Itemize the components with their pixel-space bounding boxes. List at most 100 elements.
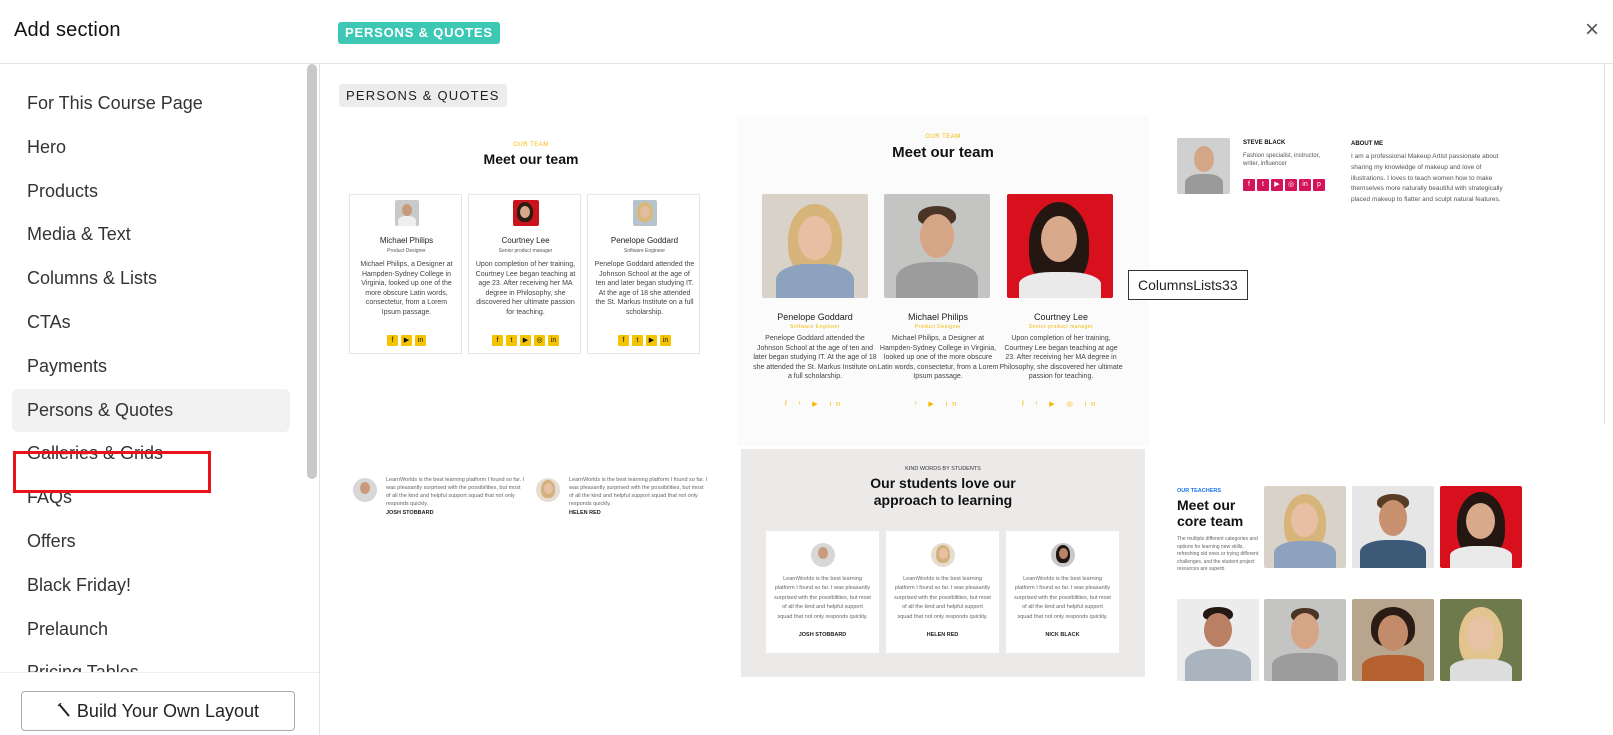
- card1-person-role: Product Designer: [387, 248, 426, 254]
- youtube-icon[interactable]: ▶: [646, 335, 657, 346]
- template-card-quotes-inline[interactable]: LearnWorlds is the best learning platfor…: [331, 452, 731, 552]
- sidebar-item-persons-quotes[interactable]: Persons & Quotes: [12, 388, 290, 433]
- sidebar-item-black-friday[interactable]: Black Friday!: [12, 564, 290, 608]
- card1-person-bio: Michael Philips, a Designer at Hampden-S…: [360, 261, 453, 316]
- person-photo: [1177, 138, 1230, 194]
- card2-person-bio: Upon completion of her training, Courtne…: [999, 335, 1123, 380]
- card2-person-name: Michael Philips: [907, 312, 969, 322]
- facebook-icon[interactable]: f: [492, 335, 503, 346]
- pinterest-icon[interactable]: p: [1313, 179, 1325, 191]
- dialog-title: Add section: [14, 19, 121, 41]
- youtube-icon[interactable]: ▶: [520, 335, 531, 346]
- linkedin-icon[interactable]: in: [1299, 179, 1311, 191]
- sidebar-item-faqs[interactable]: FAQs: [12, 476, 290, 520]
- magic-wand-icon: [57, 694, 71, 732]
- card1-heading: Meet our team: [483, 151, 579, 167]
- card5-eyebrow: KIND WORDS BY STUDENTS: [905, 466, 981, 472]
- card6-text: The multiple different categories and op…: [1177, 536, 1259, 572]
- linkedin-icon[interactable]: in: [548, 335, 559, 346]
- avatar: [811, 543, 835, 567]
- facebook-icon[interactable]: f: [1243, 179, 1255, 191]
- social-links: f t ▶ ◎ in: [469, 335, 582, 346]
- sidebar-item-ctas[interactable]: CTAs: [12, 301, 290, 345]
- card2-person-bio: Michael Philips, a Designer at Hampden-S…: [877, 335, 999, 380]
- template-card-student-quotes[interactable]: KIND WORDS BY STUDENTS Our students love…: [741, 449, 1145, 677]
- twitter-icon[interactable]: t: [1257, 179, 1269, 191]
- avatar: [353, 478, 377, 502]
- quote-author: NICK BLACK: [1045, 632, 1080, 638]
- build-own-layout-label: Build Your Own Layout: [76, 701, 260, 721]
- card6-eyebrow: OUR TEACHERS: [1177, 488, 1222, 494]
- instagram-icon[interactable]: ◎: [1285, 179, 1297, 191]
- social-links: f t ▶ in: [588, 335, 701, 346]
- sidebar-footer: Build Your Own Layout: [0, 672, 319, 735]
- quote-author: HELEN RED: [569, 510, 601, 516]
- social-links: f ▶ in: [350, 335, 463, 346]
- sidebar-item-hero[interactable]: Hero: [12, 126, 290, 170]
- card1-person-2: Courtney Lee Senior product manager Upon…: [468, 194, 581, 354]
- avatar: [395, 200, 419, 226]
- card1-person-role: Senior product manager: [498, 248, 553, 254]
- card6-heading-line2: core team: [1177, 513, 1244, 529]
- card1-person-bio: Penelope Goddard attended the Johnson Sc…: [594, 261, 695, 316]
- card6-heading-line1: Meet our: [1177, 497, 1236, 513]
- card3-about-text: I am a professional Makeup Artist passio…: [1351, 153, 1503, 204]
- person-photo: [1177, 599, 1259, 681]
- linkedin-icon[interactable]: in: [660, 335, 671, 346]
- template-card-team-photos[interactable]: OUR TEAM Meet our team Penelope Goddard …: [737, 116, 1149, 446]
- avatar: [1051, 543, 1075, 567]
- person-photo: [762, 194, 868, 298]
- card1-person-1: Michael Philips Product Designer Michael…: [349, 194, 462, 354]
- instagram-icon[interactable]: ◎: [534, 335, 545, 346]
- youtube-icon[interactable]: ▶: [1271, 179, 1283, 191]
- sidebar-item-for-this-course-page[interactable]: For This Course Page: [12, 82, 290, 126]
- card5-heading-line1: Our students love our: [870, 475, 1016, 491]
- template-card-team-yellow[interactable]: OUR TEAM Meet our team Michael Philips P…: [331, 116, 731, 446]
- sidebar-item-offers[interactable]: Offers: [12, 520, 290, 564]
- card1-eyebrow: OUR TEAM: [513, 142, 549, 148]
- sidebar-item-galleries-grids[interactable]: Galleries & Grids: [12, 432, 290, 476]
- template-card-profile-about[interactable]: STEVE BLACK Fashion specialist, instruct…: [1155, 116, 1600, 276]
- build-own-layout-button[interactable]: Build Your Own Layout: [21, 691, 295, 731]
- youtube-icon[interactable]: ▶: [401, 335, 412, 346]
- person-photo: [1352, 486, 1434, 568]
- sidebar-item-columns-lists[interactable]: Columns & Lists: [12, 257, 290, 301]
- sidebar-item-prelaunch[interactable]: Prelaunch: [12, 608, 290, 652]
- card1-person-name: Michael Philips: [379, 236, 434, 245]
- sidebar-item-products[interactable]: Products: [12, 170, 290, 214]
- card3-about-label: ABOUT ME: [1351, 141, 1383, 147]
- card2-person-bio: Penelope Goddard attended the Johnson Sc…: [753, 335, 877, 380]
- quote-card: LearnWorlds is the best learning platfor…: [766, 531, 879, 653]
- social-links: ᵗ ▶ in: [914, 401, 962, 408]
- quote-card: LearnWorlds is the best learning platfor…: [886, 531, 999, 653]
- quote-author: HELEN RED: [926, 632, 959, 638]
- avatar: [536, 478, 560, 502]
- sidebar-item-media-text[interactable]: Media & Text: [12, 213, 290, 257]
- person-photo: [1007, 194, 1113, 298]
- section-heading-tag: PERSONS & QUOTES: [339, 84, 507, 107]
- gallery-scrollbar[interactable]: [1604, 64, 1612, 424]
- avatar: [931, 543, 955, 567]
- close-icon[interactable]: ×: [1580, 16, 1604, 44]
- person-photo: [1440, 599, 1522, 681]
- card2-person-name: Penelope Goddard: [777, 312, 853, 322]
- facebook-icon[interactable]: f: [387, 335, 398, 346]
- linkedin-icon[interactable]: in: [415, 335, 426, 346]
- quote-card: LearnWorlds is the best learning platfor…: [1006, 531, 1119, 653]
- person-photo: [1352, 599, 1434, 681]
- facebook-icon[interactable]: f: [618, 335, 629, 346]
- template-card-core-team[interactable]: OUR TEACHERS Meet our core team The mult…: [1157, 452, 1602, 735]
- category-list: For This Course Page Hero Products Media…: [12, 82, 290, 695]
- quote-text: LearnWorlds is the best learning platfor…: [774, 576, 871, 620]
- card1-person-3: Penelope Goddard Software Engineer Penel…: [587, 194, 700, 354]
- card1-person-name: Penelope Goddard: [610, 236, 679, 245]
- twitter-icon[interactable]: t: [632, 335, 643, 346]
- sidebar-item-payments[interactable]: Payments: [12, 345, 290, 389]
- person-photo: [1264, 599, 1346, 681]
- dialog-header: Add section PERSONS & QUOTES ×: [0, 0, 1613, 64]
- section-gallery: PERSONS & QUOTES OUR TEAM Meet our team …: [321, 64, 1613, 735]
- card5-heading-line2: approach to learning: [873, 492, 1013, 508]
- sidebar-scrollbar[interactable]: [307, 64, 317, 479]
- twitter-icon[interactable]: t: [506, 335, 517, 346]
- card3-role: Fashion specialist, instructor, writer, …: [1243, 153, 1321, 167]
